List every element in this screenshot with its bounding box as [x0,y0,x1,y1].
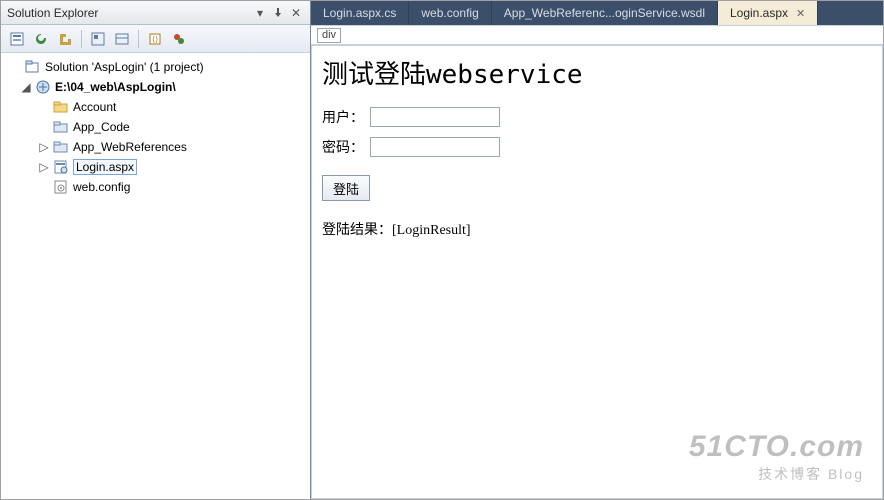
tree-item-app-webreferences[interactable]: ▷ App_WebReferences [5,137,310,157]
tree-solution-node[interactable]: Solution 'AspLogin' (1 project) [5,57,310,77]
toolbar-separator [138,30,139,48]
svg-text:⟨⟩: ⟨⟩ [152,35,158,44]
login-button[interactable]: 登陆 [322,175,370,201]
tab-label: Login.aspx [730,6,788,20]
watermark: 51CTO.com 技术博客 Blog [689,430,864,484]
tree-label: web.config [73,180,130,194]
config-icon [53,179,69,195]
toolbar-separator [81,30,82,48]
tab-label: App_WebReferenc...oginService.wsdl [504,6,705,20]
panel-title: Solution Explorer [7,6,250,20]
designer-breadcrumb: div [311,25,883,45]
tree-item-app-code[interactable]: App_Code [5,117,310,137]
window-position-icon[interactable]: ▾ [252,5,268,21]
panel-toolbar: ⟨⟩ [1,25,310,53]
solution-icon [25,59,41,75]
tree-item-account[interactable]: Account [5,97,310,117]
tree-project-node[interactable]: ◢ E:\04_web\AspLogin\ [5,77,310,97]
close-icon[interactable]: ✕ [796,7,805,20]
close-icon[interactable]: ✕ [288,5,304,21]
view-code-icon[interactable]: ⟨⟩ [145,29,165,49]
view-designer-icon[interactable] [169,29,189,49]
tab-login-aspx[interactable]: Login.aspx ✕ [718,1,818,25]
folder-ref-icon [53,139,69,155]
page-title: 测试登陆webservice [322,54,872,91]
tab-label: web.config [421,6,478,20]
tab-label: Login.aspx.cs [323,6,396,20]
expander-closed-icon[interactable]: ▷ [37,140,51,154]
folder-icon [53,99,69,115]
sync-icon[interactable] [112,29,132,49]
document-area: Login.aspx.cs web.config App_WebReferenc..… [311,1,883,499]
expander-closed-icon[interactable]: ▷ [37,160,51,174]
solution-tree[interactable]: Solution 'AspLogin' (1 project) ◢ E:\04_… [1,53,310,499]
blank-expander [37,100,51,114]
solution-explorer-panel: Solution Explorer ▾ ✕ [1,1,311,499]
tab-web-config[interactable]: web.config [409,1,491,25]
project-icon [35,79,51,95]
nest-icon[interactable] [55,29,75,49]
breadcrumb-chip[interactable]: div [317,28,341,43]
expander-open-icon[interactable]: ◢ [19,80,33,94]
properties-icon[interactable] [7,29,27,49]
tree-label: Login.aspx [73,159,137,175]
show-all-icon[interactable] [88,29,108,49]
tree-item-web-config[interactable]: web.config [5,177,310,197]
tree-label: Account [73,100,116,114]
result-prefix: 登陆结果： [322,223,392,238]
document-tabs: Login.aspx.cs web.config App_WebReferenc..… [311,1,883,25]
pin-icon[interactable] [270,5,286,21]
password-input[interactable] [370,137,500,157]
tab-login-aspx-cs[interactable]: Login.aspx.cs [311,1,409,25]
aspx-icon [53,159,69,175]
blank-expander [9,60,23,74]
blank-expander [37,120,51,134]
folder-ref-icon [53,119,69,135]
user-input[interactable] [370,107,500,127]
result-placeholder: [LoginResult] [392,223,471,238]
password-label: 密码： [322,137,370,157]
tree-label: E:\04_web\AspLogin\ [55,80,176,94]
tab-app-webreferenc-oginservice-wsdl[interactable]: App_WebReferenc...oginService.wsdl [492,1,718,25]
user-label: 用户： [322,107,370,127]
blank-expander [37,180,51,194]
refresh-icon[interactable] [31,29,51,49]
tree-label: App_WebReferences [73,140,187,154]
login-result-row: 登陆结果：[LoginResult] [322,219,872,239]
designer-surface[interactable]: 测试登陆webservice 用户： 密码： 登陆 登陆结果：[LoginRes… [311,45,883,499]
tree-item-login-aspx[interactable]: ▷ Login.aspx [5,157,310,177]
tree-label: Solution 'AspLogin' (1 project) [45,60,204,74]
tree-label: App_Code [73,120,130,134]
panel-header: Solution Explorer ▾ ✕ [1,1,310,25]
